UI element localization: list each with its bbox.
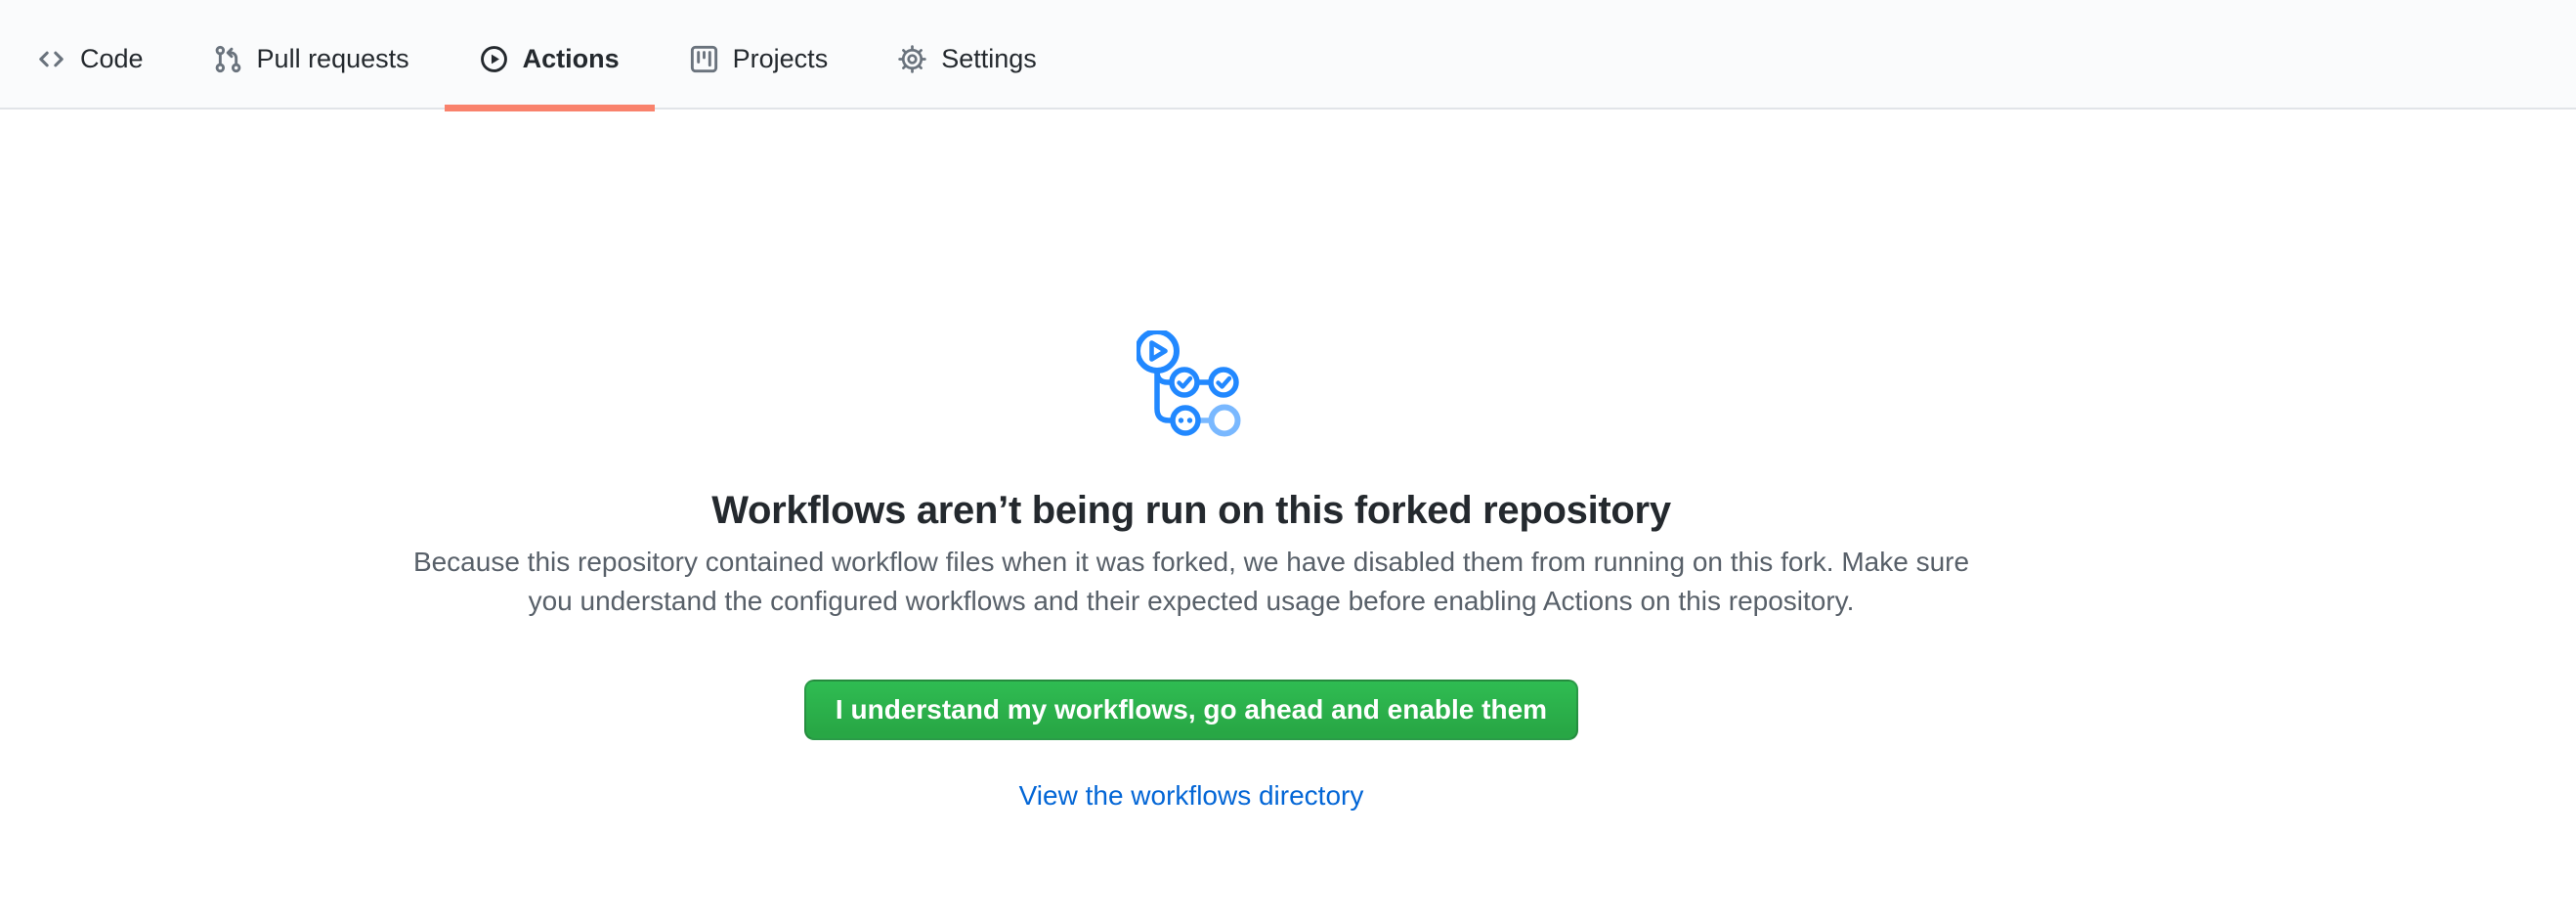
tab-label: Projects [733, 44, 829, 74]
enable-workflows-button[interactable]: I understand my workflows, go ahead and … [804, 680, 1578, 740]
tab-code[interactable]: Code [2, 10, 179, 108]
blankslate-heading: Workflows aren’t being run on this forke… [711, 487, 1671, 534]
tab-label: Settings [941, 44, 1037, 74]
blankslate-description: Because this repository contained workfl… [405, 543, 1978, 621]
tab-settings[interactable]: Settings [863, 10, 1072, 108]
tab-actions[interactable]: Actions [445, 10, 655, 108]
tab-label: Code [80, 44, 144, 74]
tab-pull-requests[interactable]: Pull requests [179, 10, 445, 108]
play-circle-icon [480, 45, 508, 73]
actions-blankslate: Workflows aren’t being run on this forke… [0, 110, 2383, 816]
pull-request-icon [214, 45, 242, 73]
tab-label: Pull requests [257, 44, 409, 74]
project-icon [690, 45, 718, 73]
tab-label: Actions [523, 44, 620, 74]
code-icon [37, 45, 65, 73]
tab-projects[interactable]: Projects [655, 10, 864, 108]
gear-icon [898, 45, 926, 73]
workflow-graph-icon [1137, 330, 1246, 438]
view-workflows-directory-link[interactable]: View the workflows directory [1019, 775, 1364, 816]
repo-tab-bar: Code Pull requests Actions [0, 0, 2576, 110]
